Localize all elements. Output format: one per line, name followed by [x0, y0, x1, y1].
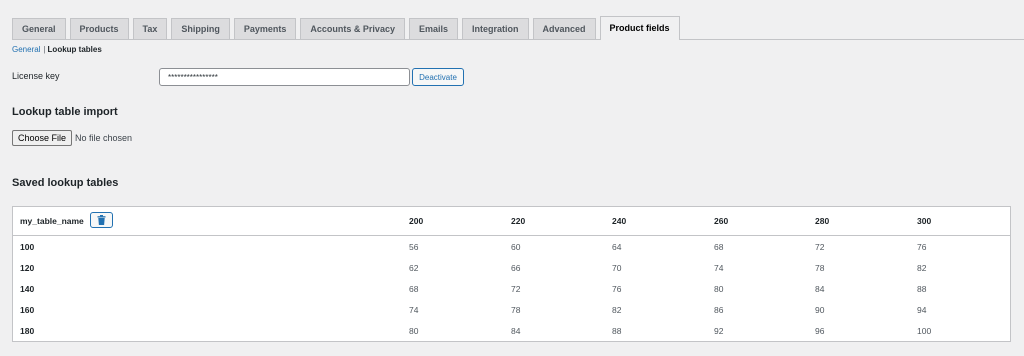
table-cell: 90 — [815, 305, 825, 315]
table-cell: 80 — [409, 326, 419, 336]
table-cell: 72 — [815, 242, 825, 252]
table-name: my_table_name — [20, 216, 84, 226]
table-cell: 84 — [815, 284, 825, 294]
subsection-nav: General | Lookup tables — [12, 45, 102, 54]
table-cell: 74 — [714, 263, 724, 273]
table-cell: 80 — [714, 284, 724, 294]
table-cell: 60 — [511, 242, 521, 252]
table-cell: 64 — [612, 242, 622, 252]
row-header: 180 — [20, 326, 35, 336]
column-header: 220 — [511, 216, 526, 226]
table-cell: 88 — [917, 284, 927, 294]
subnav-general-link[interactable]: General — [12, 45, 40, 54]
table-cell: 84 — [511, 326, 521, 336]
file-status: No file chosen — [75, 133, 133, 143]
tab-accounts-privacy[interactable]: Accounts & Privacy — [300, 18, 405, 39]
table-cell: 76 — [917, 242, 927, 252]
table-row: 180 80 84 88 92 96 100 — [13, 320, 1010, 341]
import-section-title: Lookup table import — [12, 106, 118, 118]
table-cell: 86 — [714, 305, 724, 315]
table-cell: 68 — [409, 284, 419, 294]
tab-product-fields[interactable]: Product fields — [599, 16, 680, 40]
row-header: 100 — [20, 242, 35, 252]
table-cell: 74 — [409, 305, 419, 315]
table-cell: 68 — [714, 242, 724, 252]
column-header: 300 — [917, 216, 932, 226]
row-header: 140 — [20, 284, 35, 294]
table-cell: 62 — [409, 263, 419, 273]
table-header-row: my_table_name 200 220 240 260 280 300 — [13, 207, 1010, 236]
tab-tax[interactable]: Tax — [132, 18, 168, 39]
table-cell: 100 — [917, 326, 932, 336]
subnav-separator: | — [43, 45, 46, 54]
table-cell: 82 — [612, 305, 622, 315]
table-cell: 94 — [917, 305, 927, 315]
tab-shipping[interactable]: Shipping — [171, 18, 230, 39]
tab-general[interactable]: General — [12, 18, 66, 39]
table-row: 120 62 66 70 74 78 82 — [13, 257, 1010, 278]
table-cell: 76 — [612, 284, 622, 294]
tab-products[interactable]: Products — [69, 18, 129, 39]
table-cell: 96 — [815, 326, 825, 336]
trash-icon — [97, 215, 106, 225]
table-row: 140 68 72 76 80 84 88 — [13, 278, 1010, 299]
lookup-table: my_table_name 200 220 240 260 280 300 10… — [12, 206, 1011, 342]
row-header: 120 — [20, 263, 35, 273]
column-header: 260 — [714, 216, 729, 226]
table-cell: 78 — [511, 305, 521, 315]
choose-file-button[interactable]: Choose File — [12, 130, 73, 146]
table-cell: 92 — [714, 326, 724, 336]
table-row: 100 56 60 64 68 72 76 — [13, 236, 1010, 257]
table-cell: 82 — [917, 263, 927, 273]
tab-integration[interactable]: Integration — [462, 18, 529, 39]
saved-section-title: Saved lookup tables — [12, 177, 119, 189]
table-row: 160 74 78 82 86 90 94 — [13, 299, 1010, 320]
file-upload: Choose File No file chosen — [12, 130, 132, 146]
column-header: 240 — [612, 216, 627, 226]
settings-tabs: General Products Tax Shipping Payments A… — [12, 16, 1024, 40]
row-header: 160 — [20, 305, 35, 315]
subnav-current: Lookup tables — [47, 45, 102, 54]
table-cell: 56 — [409, 242, 419, 252]
table-cell: 88 — [612, 326, 622, 336]
table-cell: 66 — [511, 263, 521, 273]
deactivate-button[interactable]: Deactivate — [412, 68, 464, 86]
table-cell: 70 — [612, 263, 622, 273]
delete-table-button[interactable] — [90, 212, 113, 228]
license-key-input[interactable] — [159, 68, 410, 86]
column-header: 200 — [409, 216, 424, 226]
tab-payments[interactable]: Payments — [233, 18, 297, 39]
table-cell: 72 — [511, 284, 521, 294]
tab-advanced[interactable]: Advanced — [532, 18, 596, 39]
tab-emails[interactable]: Emails — [408, 18, 458, 39]
table-cell: 78 — [815, 263, 825, 273]
license-key-label: License key — [12, 71, 60, 81]
column-header: 280 — [815, 216, 830, 226]
